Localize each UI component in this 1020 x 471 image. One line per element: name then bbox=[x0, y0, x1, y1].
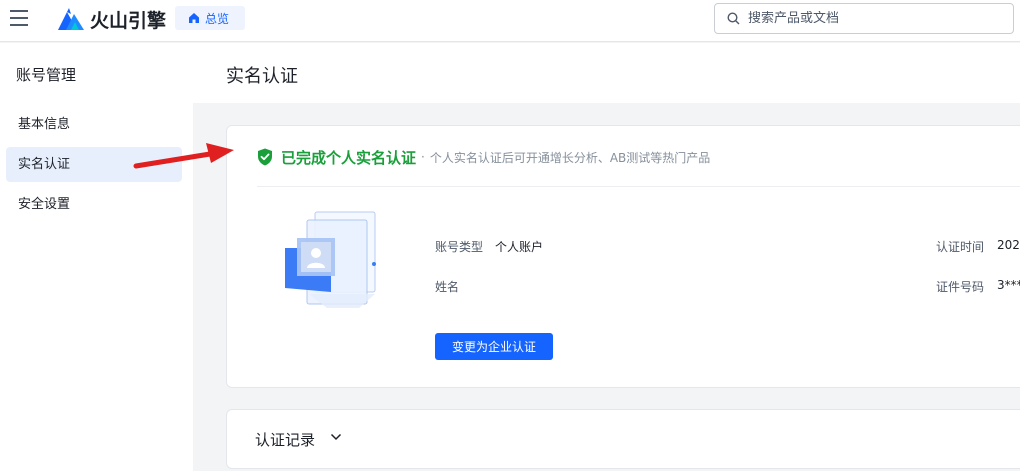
change-to-enterprise-button[interactable]: 变更为企业认证 bbox=[435, 333, 553, 360]
home-icon bbox=[189, 13, 199, 23]
shield-check-icon bbox=[258, 148, 272, 166]
id-number-value: 3**** bbox=[997, 278, 1020, 292]
id-number-label: 证件号码 bbox=[936, 280, 985, 294]
page-title: 实名认证 bbox=[226, 66, 298, 87]
logo-text: 火山引擎 bbox=[90, 9, 167, 32]
logo[interactable]: 火山引擎 bbox=[58, 7, 167, 32]
divider bbox=[257, 186, 1020, 187]
status-row: 已完成个人实名认证 · 个人实名认证后可开通增长分析、AB测试等热门产品 bbox=[257, 146, 710, 168]
chevron-down-icon[interactable] bbox=[330, 432, 342, 442]
volcano-logo-icon bbox=[58, 8, 84, 30]
overview-label: 总览 bbox=[205, 11, 230, 26]
auth-time-value: 2025 bbox=[997, 238, 1020, 252]
search-icon bbox=[727, 12, 740, 25]
auth-time-label: 认证时间 bbox=[936, 240, 985, 254]
search-box[interactable] bbox=[714, 3, 1014, 34]
verification-card: 已完成个人实名认证 · 个人实名认证后可开通增长分析、AB测试等热门产品 账号类… bbox=[226, 125, 1020, 388]
records-title[interactable]: 认证记录 bbox=[255, 429, 315, 450]
sidebar-item-security[interactable]: 安全设置 bbox=[6, 187, 182, 222]
status-separator: · bbox=[421, 150, 425, 164]
search-input[interactable] bbox=[748, 11, 988, 26]
sidebar: 账号管理 基本信息 实名认证 安全设置 bbox=[0, 43, 193, 471]
main-header: 实名认证 bbox=[193, 43, 1020, 103]
sidebar-item-basic-info[interactable]: 基本信息 bbox=[6, 107, 182, 142]
name-label: 姓名 bbox=[435, 280, 460, 294]
sidebar-title: 账号管理 bbox=[16, 66, 77, 84]
annotation-arrow-icon bbox=[133, 143, 234, 169]
menu-icon[interactable] bbox=[10, 10, 28, 26]
account-type-label: 账号类型 bbox=[435, 240, 484, 254]
id-card-illustration bbox=[285, 211, 376, 308]
status-description: 个人实名认证后可开通增长分析、AB测试等热门产品 bbox=[429, 150, 711, 165]
account-type-value: 个人账户 bbox=[495, 240, 544, 254]
status-title: 已完成个人实名认证 bbox=[281, 148, 417, 167]
overview-button[interactable]: 总览 bbox=[175, 6, 245, 30]
top-bar: 火山引擎 总览 bbox=[0, 0, 1020, 42]
records-card[interactable]: 认证记录 bbox=[226, 409, 1020, 469]
